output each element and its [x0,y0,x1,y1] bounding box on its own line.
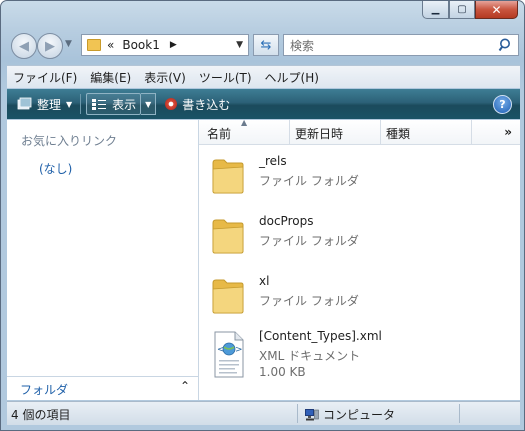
file-list-pane: ▲ 名前 更新日時 種類 » _rels ファイル フォルダ docProps … [199,118,520,400]
views-label: 表示 [112,97,137,112]
column-type[interactable]: 種類 [386,125,410,142]
burn-button[interactable]: 書き込む [160,93,235,115]
folder-icon [212,219,244,254]
menu-bar: ファイル(F) 編集(E) 表示(V) ツール(T) ヘルプ(H) [7,65,520,88]
item-name: [Content_Types].xml [259,329,382,343]
help-icon[interactable]: ? [493,95,512,114]
column-date-modified[interactable]: 更新日時 [295,125,343,142]
column-divider[interactable] [289,120,290,144]
recent-pages-dropdown[interactable]: ▼ [65,39,72,49]
caption-buttons: ▁ ▢ ✕ [422,1,518,19]
back-button[interactable]: ◀ [11,33,37,59]
address-overflow-chevron[interactable]: « [107,38,114,52]
list-item-docprops[interactable]: docProps ファイル フォルダ [207,209,507,265]
folder-icon [87,39,101,51]
minimize-button[interactable]: ▁ [422,1,449,19]
breadcrumb-book1[interactable]: Book1 [122,38,160,52]
search-icon[interactable] [498,37,514,53]
menu-file[interactable]: ファイル(F) [7,69,84,86]
maximize-button[interactable]: ▢ [449,1,475,19]
navigation-pane: お気に入りリンク (なし) フォルダ ⌃ [7,120,199,400]
breadcrumb-arrow-icon[interactable]: ▶ [170,40,177,50]
item-size: 1.00 KB [259,365,306,379]
status-divider [297,404,298,423]
list-item-content-types-xml[interactable]: < > [Content_Types].xml XML ドキュメント 1.00 … [207,324,507,388]
status-divider [459,404,460,423]
item-type: XML ドキュメント [259,349,361,363]
sort-ascending-icon: ▲ [241,118,248,127]
item-type: ファイル フォルダ [259,294,359,308]
navigation-bar: ◀ ▶ ▼ « Book1 ▶ ▼ ⇆ 検索 [9,32,519,60]
organize-label: 整理 [37,97,62,112]
item-type: ファイル フォルダ [259,174,359,188]
status-bar: 4 個の項目 コンピュータ [7,401,520,425]
zone-indicator: コンピュータ [305,406,395,423]
zone-label: コンピュータ [323,408,396,422]
address-bar[interactable]: « Book1 ▶ ▼ [81,34,249,56]
organize-button[interactable]: 整理 ▼ [11,93,77,115]
toolbar-divider [80,94,82,114]
folders-toggle[interactable]: フォルダ ⌃ [7,376,198,400]
menu-help[interactable]: ヘルプ(H) [259,69,326,86]
refresh-icon: ⇆ [260,37,272,53]
column-divider[interactable] [471,120,472,144]
svg-text:>: > [235,345,243,355]
list-item-xl[interactable]: xl ファイル フォルダ [207,269,507,325]
folder-icon [212,159,244,194]
computer-icon [305,408,319,420]
search-input[interactable]: 検索 [290,37,314,54]
organize-icon [17,97,32,110]
views-icon [92,99,107,110]
command-toolbar: 整理 ▼ 表示 ▼ 書き込む ? [7,89,520,119]
search-box[interactable]: 検索 [283,34,519,56]
folder-icon [212,279,244,314]
views-button[interactable]: 表示 [86,93,142,115]
explorer-window: ▁ ▢ ✕ ◀ ▶ ▼ « Book1 ▶ ▼ ⇆ 検索 ファイル(F) 編集(… [0,0,525,431]
burn-disc-icon [165,98,178,110]
burn-label: 書き込む [182,97,231,112]
xml-document-icon: < > [214,331,244,378]
close-button[interactable]: ✕ [475,1,518,19]
menu-tools[interactable]: ツール(T) [193,69,259,86]
favorite-links-heading: お気に入りリンク [21,134,118,148]
chevron-up-icon: ⌃ [179,379,190,393]
item-name: docProps [259,214,314,228]
item-name: _rels [259,154,287,168]
views-dropdown-button[interactable]: ▼ [141,93,157,115]
column-header-row: ▲ 名前 更新日時 種類 » [199,118,520,145]
item-name: xl [259,274,270,288]
favorite-links-empty: (なし) [39,162,73,176]
list-item-rels[interactable]: _rels ファイル フォルダ [207,149,507,205]
column-name[interactable]: 名前 [207,125,231,142]
item-type: ファイル フォルダ [259,234,359,248]
menu-view[interactable]: 表示(V) [138,69,193,86]
address-dropdown-icon[interactable]: ▼ [236,40,243,50]
forward-button[interactable]: ▶ [37,33,63,59]
item-count: 4 個の項目 [11,408,71,422]
organize-dropdown-icon: ▼ [66,99,73,109]
menu-edit[interactable]: 編集(E) [84,69,138,86]
folders-label: フォルダ [20,383,69,397]
column-divider[interactable] [380,120,381,144]
svg-text:<: < [217,345,225,355]
refresh-button[interactable]: ⇆ [253,34,279,56]
more-columns-chevron[interactable]: » [504,125,512,139]
